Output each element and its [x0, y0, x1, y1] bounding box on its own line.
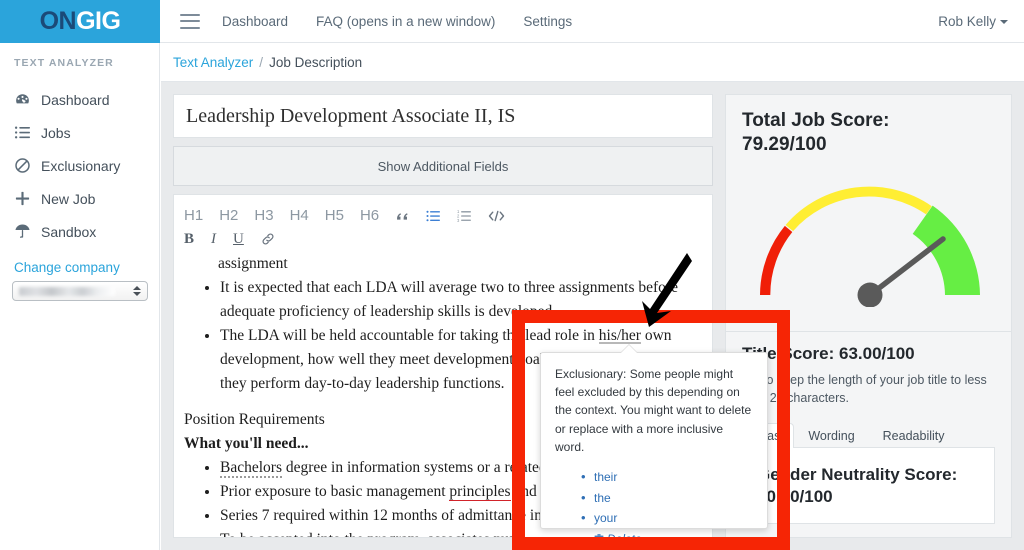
sidebar-item-label: Dashboard — [41, 91, 110, 108]
exclusionary-tooltip[interactable]: Exclusionary: Some people might feel exc… — [540, 345, 768, 550]
suggestion-the[interactable]: the — [581, 487, 753, 509]
score-column: Total Job Score: 79.29/100 Title Score: … — [725, 94, 1012, 538]
score-tabs: Bias Wording Readability — [742, 421, 995, 449]
page-scrollbar[interactable] — [1017, 82, 1024, 550]
ordered-list-icon[interactable]: 123 — [457, 209, 472, 223]
link-icon[interactable] — [261, 232, 275, 246]
doc-lead-fragment: assignment — [218, 255, 288, 272]
heading-h4-button[interactable]: H4 — [290, 208, 309, 223]
gauge-needle — [867, 235, 946, 298]
heading-h3-button[interactable]: H3 — [254, 208, 273, 223]
sidebar-heading: TEXT ANALYZER — [14, 57, 114, 69]
tab-wording[interactable]: Wording — [794, 423, 868, 448]
breadcrumb-separator: / — [259, 55, 264, 70]
heading-h1-button[interactable]: H1 — [184, 208, 203, 223]
sidebar-item-label: Jobs — [41, 124, 71, 141]
heading-h6-button[interactable]: H6 — [360, 208, 379, 223]
gauge-svg — [760, 186, 980, 307]
list-icon — [14, 124, 31, 141]
heading-h2-button[interactable]: H2 — [219, 208, 238, 223]
chevron-down-icon — [1000, 19, 1008, 24]
user-name: Rob Kelly — [938, 13, 996, 29]
stepper-icon — [133, 286, 141, 296]
tab-readability[interactable]: Readability — [869, 423, 959, 448]
total-job-score-card: Total Job Score: 79.29/100 — [725, 94, 1012, 332]
top-navigation-bar: Dashboard FAQ (opens in a new window) Se… — [160, 0, 1024, 43]
bias-tab-panel: Gender Neutrality Score: 80.70/100 — [742, 447, 995, 524]
title-score-hint: Try to keep the length of your job title… — [742, 373, 987, 406]
italic-icon[interactable]: I — [211, 231, 216, 247]
blockquote-icon[interactable] — [395, 209, 410, 223]
sidebar: TEXT ANALYZER Dashboard Jobs Exclusionar… — [0, 43, 160, 550]
hamburger-menu-icon[interactable] — [180, 13, 200, 29]
sidebar-item-label: New Job — [41, 190, 96, 207]
sidebar-item-new-job[interactable]: New Job — [0, 182, 159, 215]
editor-toolbar-row-2: B I U — [184, 228, 702, 250]
sidebar-item-jobs[interactable]: Jobs — [0, 116, 159, 149]
total-score-value: 79.29/100 — [742, 133, 827, 155]
editor-toolbar-row-1: H1 H2 H3 H4 H5 H6 123 — [184, 203, 702, 228]
logo-gig: GIG — [76, 7, 121, 35]
ongig-logo[interactable]: ONGIG — [0, 0, 160, 43]
doc-bullet-1: It is expected that each LDA will averag… — [220, 276, 702, 324]
show-additional-fields-button[interactable]: Show Additional Fields — [173, 146, 713, 186]
gauge-band-high — [912, 205, 980, 295]
logo-on: ON — [39, 7, 77, 35]
heading-h5-button[interactable]: H5 — [325, 208, 344, 223]
company-select-value-redacted — [19, 286, 115, 296]
sidebar-item-exclusionary[interactable]: Exclusionary — [0, 149, 159, 182]
doc-bullet-2-pre: The LDA will be held accountable for tak… — [220, 327, 599, 345]
job-title-value: Leadership Development Associate II, IS — [186, 104, 516, 127]
tooltip-suggestion-list: their the your Delete — [581, 466, 753, 550]
flagged-word-his-her[interactable]: his/her — [598, 327, 641, 345]
bold-icon[interactable]: B — [184, 231, 194, 247]
flagged-word-principles[interactable]: principles — [449, 483, 511, 502]
breadcrumb-link-text-analyzer[interactable]: Text Analyzer — [173, 55, 253, 70]
sidebar-item-label: Exclusionary — [41, 157, 121, 174]
breadcrumb: Text Analyzer / Job Description — [161, 44, 1024, 82]
change-company-link[interactable]: Change company — [0, 248, 159, 281]
dashboard-gauge-icon — [14, 91, 31, 108]
svg-text:3: 3 — [457, 217, 460, 222]
nav-link-faq[interactable]: FAQ (opens in a new window) — [316, 14, 495, 29]
company-select[interactable] — [12, 281, 148, 301]
suggestion-their[interactable]: their — [581, 466, 753, 488]
total-score-gauge — [742, 173, 997, 307]
flagged-word-bachelors[interactable]: Bachelors — [220, 459, 282, 479]
delete-suggestion-button[interactable]: Delete — [581, 528, 753, 550]
unordered-list-icon[interactable] — [426, 209, 441, 223]
underline-icon[interactable]: U — [233, 231, 244, 247]
gauge-band-low — [760, 225, 793, 295]
gender-score-label: Gender Neutrality Score: — [757, 465, 958, 485]
trash-icon — [594, 531, 604, 550]
total-score-label-text: Total Job Score: — [742, 110, 890, 131]
user-menu[interactable]: Rob Kelly — [938, 14, 1008, 29]
sidebar-item-label: Sandbox — [41, 223, 97, 240]
total-score-label: Total Job Score: 79.29/100 — [742, 109, 995, 157]
title-score-label: Title Score: 63.00/100 — [742, 344, 915, 363]
breadcrumb-current: Job Description — [269, 55, 363, 70]
beach-umbrella-icon — [14, 223, 31, 240]
nav-link-settings[interactable]: Settings — [523, 14, 572, 29]
sidebar-item-sandbox[interactable]: Sandbox — [0, 215, 159, 248]
gender-score-value: 80.70/100 — [757, 486, 833, 506]
gauge-hub — [857, 282, 883, 307]
delete-label: Delete — [607, 532, 642, 547]
doc-req-2-pre: Prior exposure to basic management — [220, 483, 450, 501]
job-title-input[interactable]: Leadership Development Associate II, IS — [173, 94, 713, 138]
tooltip-pointer-icon — [621, 345, 637, 353]
plus-icon — [14, 190, 31, 207]
ban-circle-icon — [14, 157, 31, 174]
tooltip-message: Exclusionary: Some people might feel exc… — [555, 367, 752, 454]
title-score-card: Title Score: 63.00/100 Try to keep the l… — [725, 332, 1012, 538]
gauge-band-medium — [785, 186, 932, 231]
app-root: ONGIG Dashboard FAQ (opens in a new wind… — [0, 0, 1024, 550]
gender-neutrality-score: Gender Neutrality Score: 80.70/100 — [757, 464, 980, 507]
logo-text: ONGIG — [40, 7, 121, 36]
nav-link-dashboard[interactable]: Dashboard — [222, 14, 288, 29]
suggestion-your[interactable]: your — [581, 507, 753, 529]
code-icon[interactable] — [488, 209, 505, 223]
doc-req-1-mid: degree in information systems or a relat… — [281, 459, 579, 477]
sidebar-item-dashboard[interactable]: Dashboard — [0, 83, 159, 116]
